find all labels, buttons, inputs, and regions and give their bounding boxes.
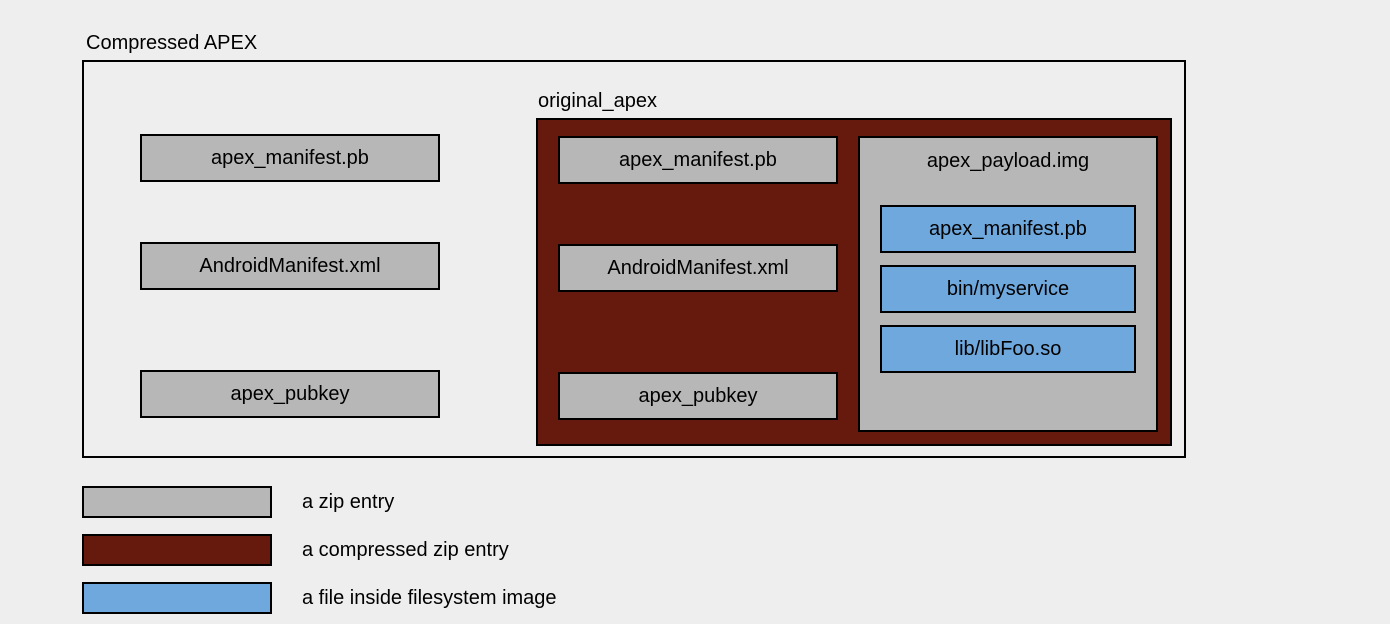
legend-swatch-gray	[82, 486, 272, 518]
zip-entry: AndroidManifest.xml	[140, 242, 440, 290]
filesystem-file: apex_manifest.pb	[880, 205, 1136, 253]
apex-payload-label: apex_payload.img	[860, 138, 1156, 177]
diagram-title: Compressed APEX	[86, 32, 257, 55]
legend-label: a file inside filesystem image	[302, 587, 557, 610]
zip-entry: apex_pubkey	[558, 372, 838, 420]
original-apex-container: apex_manifest.pb AndroidManifest.xml ape…	[536, 118, 1172, 446]
zip-entry: AndroidManifest.xml	[558, 244, 838, 292]
legend-row: a file inside filesystem image	[82, 574, 557, 622]
legend-label: a compressed zip entry	[302, 539, 509, 562]
legend-row: a zip entry	[82, 478, 557, 526]
legend-row: a compressed zip entry	[82, 526, 557, 574]
legend-label: a zip entry	[302, 491, 394, 514]
filesystem-file: lib/libFoo.so	[880, 325, 1136, 373]
zip-entry: apex_pubkey	[140, 370, 440, 418]
compressed-apex-container: apex_manifest.pb AndroidManifest.xml ape…	[82, 60, 1186, 458]
apex-payload-container: apex_payload.img apex_manifest.pb bin/my…	[858, 136, 1158, 432]
zip-entry: apex_manifest.pb	[558, 136, 838, 184]
legend: a zip entry a compressed zip entry a fil…	[82, 478, 557, 622]
filesystem-file: bin/myservice	[880, 265, 1136, 313]
legend-swatch-blue	[82, 582, 272, 614]
original-apex-label: original_apex	[538, 90, 657, 113]
legend-swatch-brown	[82, 534, 272, 566]
zip-entry: apex_manifest.pb	[140, 134, 440, 182]
